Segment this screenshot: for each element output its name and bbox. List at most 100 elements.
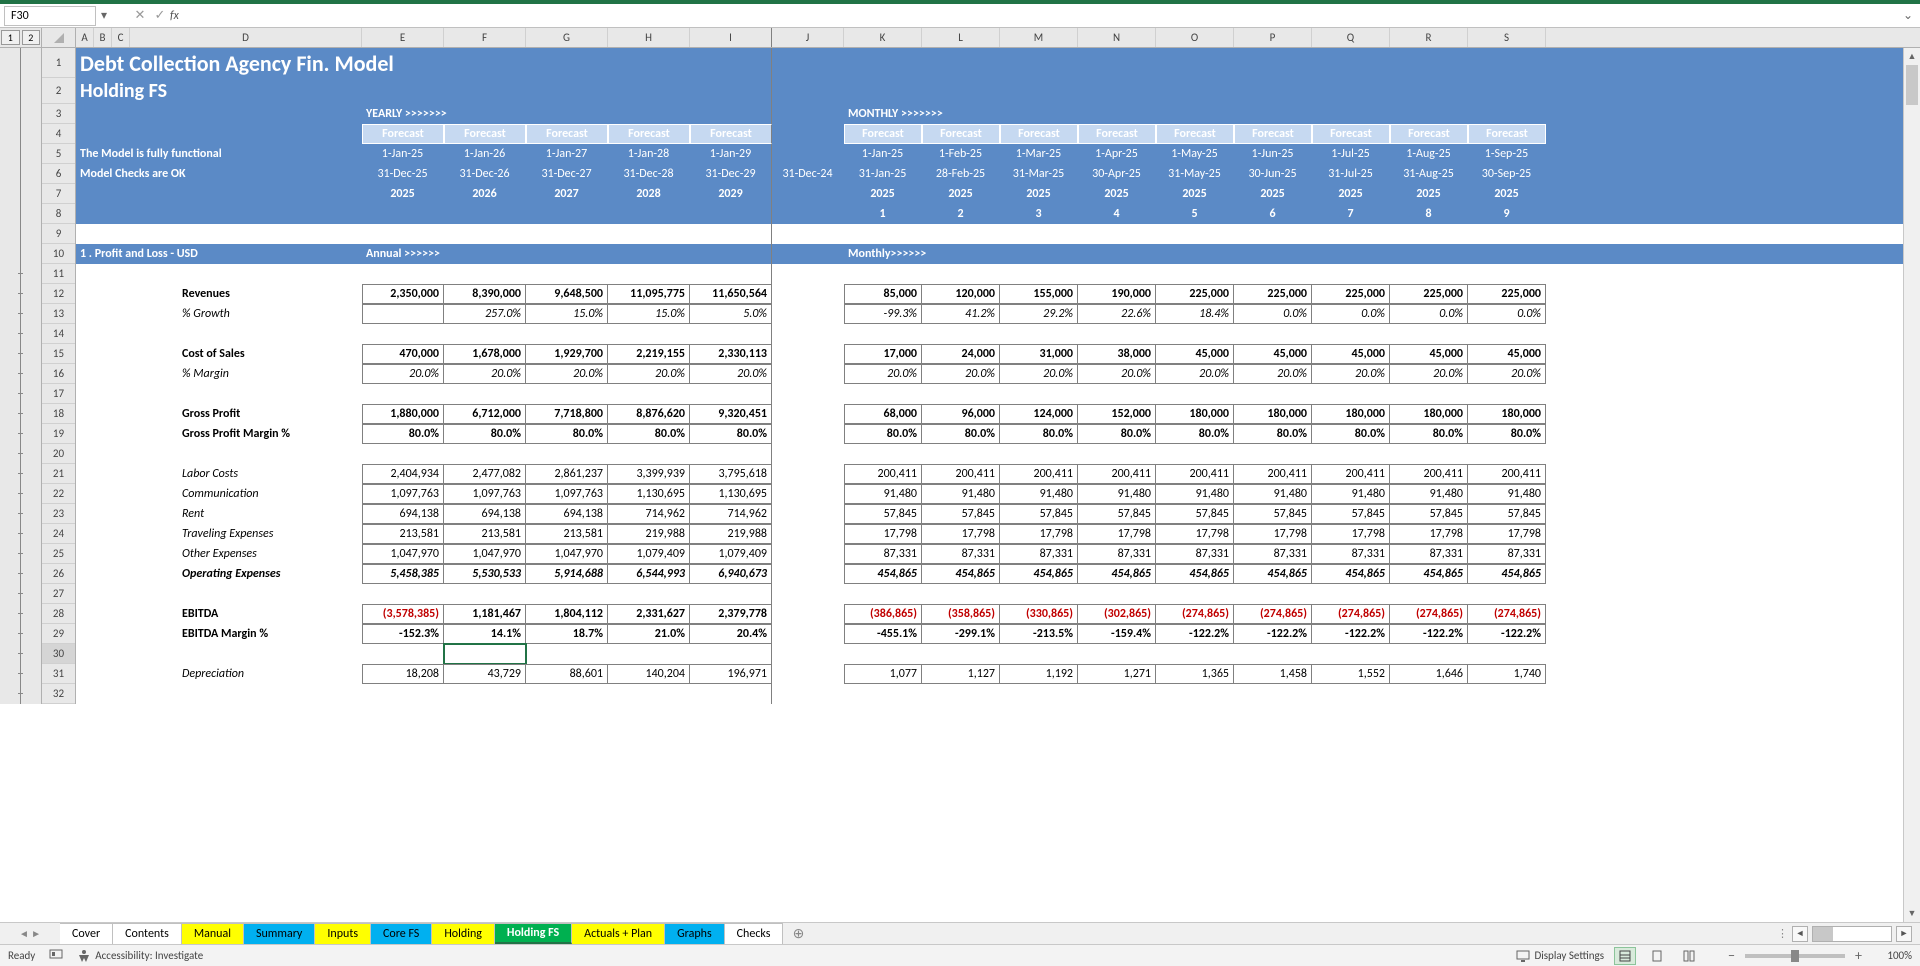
- outline-level-1[interactable]: 1: [1, 30, 20, 45]
- column-header-D[interactable]: D: [130, 28, 362, 47]
- row-header-18[interactable]: 18: [42, 404, 75, 424]
- row-header-3[interactable]: 3: [42, 104, 75, 124]
- outline-level-2[interactable]: 2: [22, 30, 41, 45]
- sheet-tab-summary[interactable]: Summary: [244, 923, 315, 944]
- sheet-tab-graphs[interactable]: Graphs: [665, 923, 725, 944]
- tab-split-icon[interactable]: ⋮: [1777, 927, 1788, 940]
- row-header-10[interactable]: 10: [42, 244, 75, 264]
- hscroll-thumb[interactable]: [1813, 927, 1833, 941]
- accessibility-status[interactable]: Accessibility: Investigate: [77, 949, 203, 963]
- accept-formula-icon[interactable]: ✓: [150, 8, 170, 23]
- column-header-L[interactable]: L: [922, 28, 1000, 47]
- cells-area[interactable]: Debt Collection Agency Fin. ModelHolding…: [76, 48, 1920, 704]
- row-header-4[interactable]: 4: [42, 124, 75, 144]
- column-header-R[interactable]: R: [1390, 28, 1468, 47]
- fx-icon[interactable]: fx: [170, 9, 192, 23]
- row-header-6[interactable]: 6: [42, 164, 75, 184]
- select-all-corner[interactable]: [42, 28, 76, 47]
- row-header-7[interactable]: 7: [42, 184, 75, 204]
- column-header-A[interactable]: A: [76, 28, 94, 47]
- zoom-in-button[interactable]: +: [1855, 947, 1862, 964]
- hscroll-track[interactable]: [1812, 926, 1892, 942]
- zoom-slider-thumb[interactable]: [1791, 950, 1799, 962]
- hscroll-right-icon[interactable]: ►: [1896, 926, 1912, 942]
- column-header-J[interactable]: J: [772, 28, 844, 47]
- column-header-B[interactable]: B: [94, 28, 112, 47]
- column-header-C[interactable]: C: [112, 28, 130, 47]
- row-header-19[interactable]: 19: [42, 424, 75, 444]
- row-header-28[interactable]: 28: [42, 604, 75, 624]
- row-header-29[interactable]: 29: [42, 624, 75, 644]
- sheet-tab-holding[interactable]: Holding: [432, 923, 495, 944]
- scroll-up-icon[interactable]: ▲: [1904, 48, 1920, 65]
- view-page-layout-icon[interactable]: [1646, 947, 1668, 965]
- row-header-13[interactable]: 13: [42, 304, 75, 324]
- new-sheet-button[interactable]: ⊕: [783, 923, 813, 944]
- data-cell: 96,000: [922, 404, 1000, 424]
- row-header-14[interactable]: 14: [42, 324, 75, 344]
- view-normal-icon[interactable]: [1614, 947, 1636, 965]
- row-header-26[interactable]: 26: [42, 564, 75, 584]
- column-header-N[interactable]: N: [1078, 28, 1156, 47]
- row-header-1[interactable]: 1: [42, 48, 75, 78]
- row-header-32[interactable]: 32: [42, 684, 75, 704]
- row-header-16[interactable]: 16: [42, 364, 75, 384]
- column-header-F[interactable]: F: [444, 28, 526, 47]
- row-header-5[interactable]: 5: [42, 144, 75, 164]
- column-header-M[interactable]: M: [1000, 28, 1078, 47]
- scroll-down-icon[interactable]: ▼: [1904, 905, 1920, 922]
- row-header-11[interactable]: 11: [42, 264, 75, 284]
- sheet-tab-actuals-+-plan[interactable]: Actuals + Plan: [572, 923, 665, 944]
- column-header-Q[interactable]: Q: [1312, 28, 1390, 47]
- zoom-slider[interactable]: [1745, 954, 1845, 958]
- selected-cell[interactable]: [444, 644, 526, 664]
- sheet-tab-cover[interactable]: Cover: [60, 923, 113, 944]
- sheet-tab-manual[interactable]: Manual: [182, 923, 244, 944]
- row-header-22[interactable]: 22: [42, 484, 75, 504]
- row-header-8[interactable]: 8: [42, 204, 75, 224]
- macro-record-icon[interactable]: [49, 947, 63, 964]
- column-header-I[interactable]: I: [690, 28, 772, 47]
- formula-input[interactable]: [192, 6, 1900, 26]
- hscroll-left-icon[interactable]: ◄: [1792, 926, 1808, 942]
- zoom-out-button[interactable]: −: [1728, 947, 1735, 964]
- sheet-tab-checks[interactable]: Checks: [725, 923, 784, 944]
- data-cell: 1,678,000: [444, 344, 526, 364]
- column-header-O[interactable]: O: [1156, 28, 1234, 47]
- row-header-25[interactable]: 25: [42, 544, 75, 564]
- sheet-tab-holding-fs[interactable]: Holding FS: [495, 923, 572, 944]
- row-header-12[interactable]: 12: [42, 284, 75, 304]
- display-settings-button[interactable]: Display Settings: [1516, 949, 1604, 963]
- view-page-break-icon[interactable]: [1678, 947, 1700, 965]
- tab-nav-buttons[interactable]: ◄ ►: [0, 923, 60, 944]
- row-header-31[interactable]: 31: [42, 664, 75, 684]
- data-cell: 45,000: [1312, 344, 1390, 364]
- cancel-formula-icon[interactable]: ✕: [130, 8, 150, 23]
- row-header-15[interactable]: 15: [42, 344, 75, 364]
- vertical-scroll-thumb[interactable]: [1906, 65, 1918, 105]
- row-header-23[interactable]: 23: [42, 504, 75, 524]
- column-header-P[interactable]: P: [1234, 28, 1312, 47]
- column-header-G[interactable]: G: [526, 28, 608, 47]
- column-header-K[interactable]: K: [844, 28, 922, 47]
- row-header-17[interactable]: 17: [42, 384, 75, 404]
- formula-bar-expand-icon[interactable]: ⌄: [1900, 8, 1916, 23]
- row-header-20[interactable]: 20: [42, 444, 75, 464]
- sheet-tab-contents[interactable]: Contents: [113, 923, 182, 944]
- sheet-tab-inputs[interactable]: Inputs: [315, 923, 371, 944]
- data-cell: 80.0%: [1000, 424, 1078, 444]
- column-header-S[interactable]: S: [1468, 28, 1546, 47]
- column-header-H[interactable]: H: [608, 28, 690, 47]
- zoom-level[interactable]: 100%: [1872, 949, 1912, 962]
- sheet-tab-core-fs[interactable]: Core FS: [371, 923, 432, 944]
- row-header-9[interactable]: 9: [42, 224, 75, 244]
- column-header-E[interactable]: E: [362, 28, 444, 47]
- row-header-24[interactable]: 24: [42, 524, 75, 544]
- row-header-30[interactable]: 30: [42, 644, 75, 664]
- name-box[interactable]: F30: [4, 6, 96, 26]
- row-header-2[interactable]: 2: [42, 78, 75, 104]
- row-header-21[interactable]: 21: [42, 464, 75, 484]
- name-box-dropdown[interactable]: ▾: [96, 8, 112, 23]
- row-header-27[interactable]: 27: [42, 584, 75, 604]
- vertical-scrollbar[interactable]: ▲ ▼: [1903, 48, 1920, 922]
